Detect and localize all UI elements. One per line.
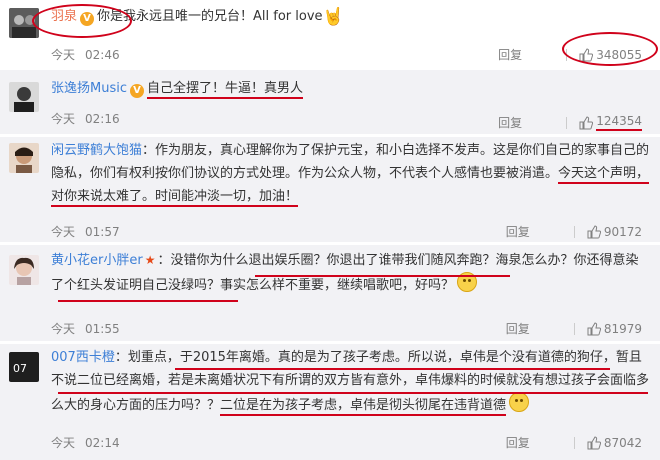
thumbs-up-icon[interactable] (587, 435, 601, 450)
divider (573, 225, 575, 238)
divider (573, 436, 575, 449)
highlight-circle (562, 32, 658, 66)
rock-hand-emoji-icon: 🤘 (322, 7, 344, 27)
like-count: 90172 (603, 224, 642, 239)
reply-button[interactable]: 回复 (506, 223, 530, 240)
smiley-icon (509, 392, 530, 412)
comment-item: 07 007西卡橙：划重点，于2015年离婚。真的是为了孩子考虑。所以说，卓伟是… (0, 344, 660, 460)
comment-item: 羽泉 V 你是我永远且唯一的兄台！All for love🤘 今天 02:46 回复 … (0, 0, 660, 67)
comment-actions: 回复 87042 (506, 434, 642, 451)
divider (566, 116, 568, 129)
like-count: 124354 (596, 114, 642, 131)
comment-time: 02:14 (85, 436, 120, 450)
thumbs-up-icon[interactable] (587, 321, 601, 336)
comment-date: 今天 (51, 48, 76, 62)
comment-item: 闲云野鹤大饱猫：作为朋友，真心理解你为了保护元宝，和小白选择不发声。这是你们自己… (0, 137, 660, 242)
divider (573, 322, 575, 335)
comment-meta: 今天 02:46 (51, 46, 120, 63)
svg-text:07: 07 (13, 362, 27, 375)
annotation-underline (255, 275, 510, 277)
thumbs-up-icon[interactable] (587, 224, 601, 239)
comment-meta: 今天 01:55 (51, 320, 120, 337)
reply-button[interactable]: 回复 (498, 46, 522, 63)
comment-date: 今天 (51, 436, 76, 450)
comment-date: 今天 (51, 225, 76, 239)
highlight-circle (32, 4, 132, 38)
reply-button[interactable]: 回复 (506, 434, 530, 451)
reply-button[interactable]: 回复 (506, 320, 530, 337)
annotation-underline (175, 368, 610, 370)
like-count: 87042 (603, 435, 642, 450)
username[interactable]: 007西卡橙 (51, 350, 115, 365)
comment-text-highlight: 二位是在为孩子考虑，卓伟是彻头彻尾在违背道德 (220, 398, 507, 416)
comment-meta: 今天 02:16 (51, 110, 120, 127)
comment-meta: 今天 01:57 (51, 223, 120, 240)
avatar[interactable] (9, 82, 39, 112)
like-count: 81979 (603, 321, 642, 336)
comment-date: 今天 (51, 322, 76, 336)
username[interactable]: 闲云野鹤大饱猫 (51, 143, 142, 158)
avatar[interactable] (9, 255, 39, 285)
verified-badge-icon: V (130, 84, 144, 98)
star-badge-icon: ★ (144, 253, 156, 267)
comment-time: 02:46 (85, 48, 120, 62)
annotation-underline (58, 392, 648, 394)
comment-date: 今天 (51, 112, 76, 126)
username[interactable]: 张逸扬Music (51, 81, 127, 96)
comment-time: 01:57 (85, 225, 120, 239)
comment-actions: 回复 124354 (498, 114, 642, 131)
avatar[interactable] (9, 143, 39, 173)
comment-meta: 今天 02:14 (51, 434, 120, 451)
comment-actions: 回复 81979 (506, 320, 642, 337)
comment-item: 张逸扬Music V 自己全摆了！牛逼！真男人 今天 02:16 回复 124354 (0, 70, 660, 134)
comment-text: 自己全摆了！牛逼！真男人 (147, 81, 304, 99)
comment-item: 黄小花er小胖er ★ ：没错你为什么退出娱乐圈？你退出了谁带我们随风奔跑？海泉怎么… (0, 245, 660, 341)
comment-time: 01:55 (85, 322, 120, 336)
annotation-underline (58, 300, 238, 302)
avatar[interactable]: 07 (9, 352, 39, 382)
username[interactable]: 黄小花er小胖er (51, 253, 143, 268)
thumbs-up-icon[interactable] (579, 115, 594, 130)
reply-button[interactable]: 回复 (498, 114, 522, 131)
comment-actions: 回复 90172 (506, 223, 642, 240)
comment-time: 02:16 (85, 112, 120, 126)
comment-text: 事实怎么样不重要，继续唱歌吧，好吗？ (220, 278, 455, 293)
